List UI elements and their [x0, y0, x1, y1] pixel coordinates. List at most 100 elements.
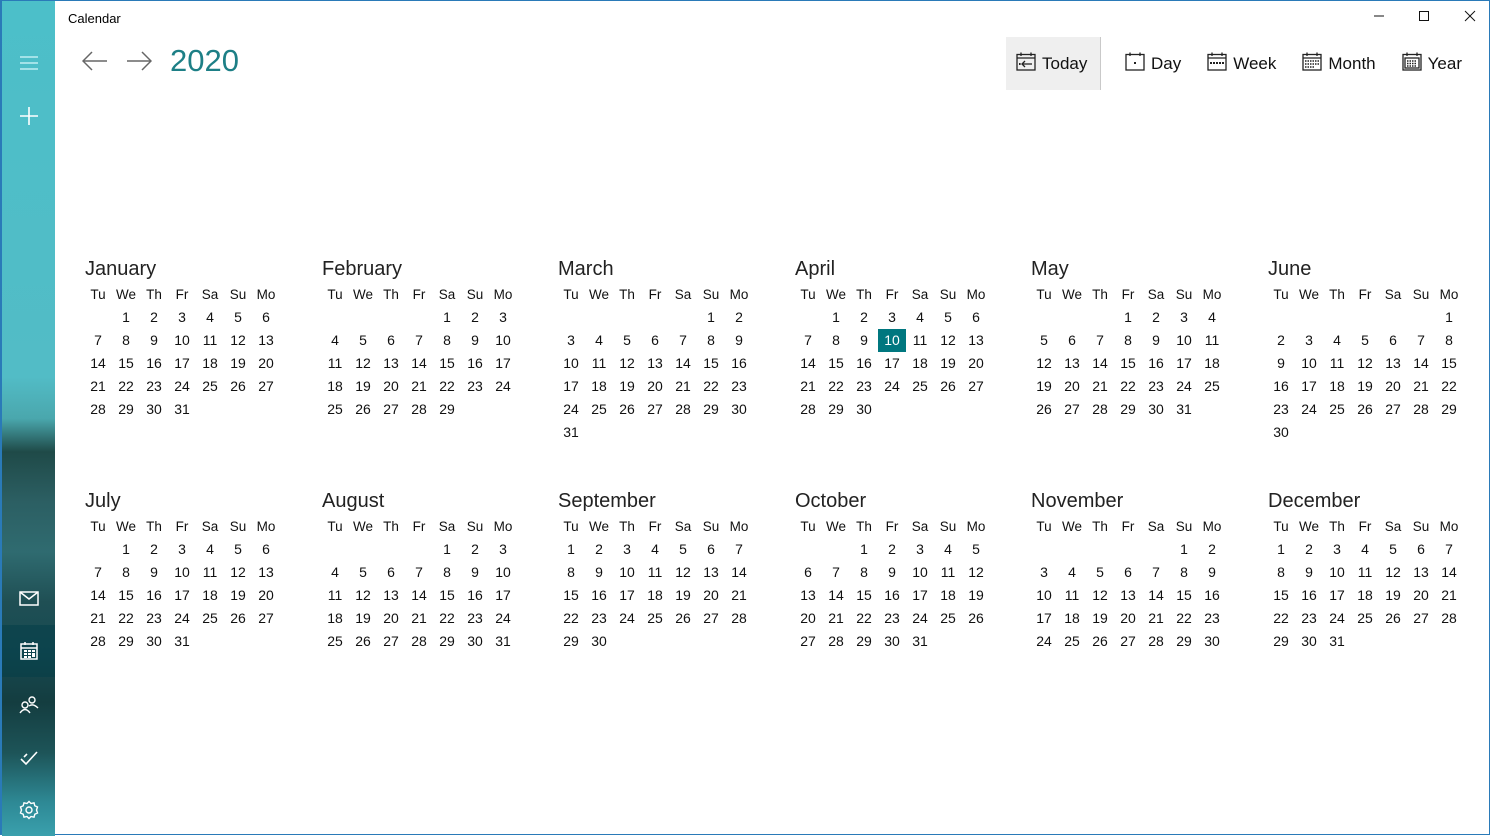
- day-cell[interactable]: 6: [252, 306, 280, 329]
- day-cell[interactable]: 22: [822, 375, 850, 398]
- month-name[interactable]: April: [795, 255, 994, 283]
- day-cell[interactable]: 17: [489, 352, 517, 375]
- day-cell[interactable]: 11: [1198, 329, 1226, 352]
- day-cell[interactable]: 26: [1030, 398, 1058, 421]
- day-cell[interactable]: 20: [697, 584, 725, 607]
- day-cell[interactable]: 9: [1198, 561, 1226, 584]
- day-cell[interactable]: 9: [140, 561, 168, 584]
- day-cell[interactable]: 30: [140, 630, 168, 653]
- day-cell[interactable]: 8: [1435, 329, 1463, 352]
- day-cell[interactable]: 17: [557, 375, 585, 398]
- day-cell[interactable]: 7: [84, 561, 112, 584]
- day-cell[interactable]: 11: [1323, 352, 1351, 375]
- day-cell[interactable]: 22: [433, 375, 461, 398]
- day-cell[interactable]: 21: [725, 584, 753, 607]
- day-cell[interactable]: 8: [1267, 561, 1295, 584]
- day-cell[interactable]: 24: [489, 607, 517, 630]
- day-cell[interactable]: 18: [321, 375, 349, 398]
- day-cell[interactable]: 15: [822, 352, 850, 375]
- day-cell[interactable]: 13: [1114, 584, 1142, 607]
- day-cell[interactable]: 20: [1379, 375, 1407, 398]
- day-cell[interactable]: 31: [1170, 398, 1198, 421]
- day-cell[interactable]: 7: [669, 329, 697, 352]
- day-cell[interactable]: 23: [878, 607, 906, 630]
- day-cell[interactable]: 22: [1170, 607, 1198, 630]
- day-cell[interactable]: 10: [489, 329, 517, 352]
- new-event-button[interactable]: [2, 94, 55, 138]
- day-cell[interactable]: 1: [433, 538, 461, 561]
- mail-button[interactable]: [2, 576, 55, 620]
- day-cell[interactable]: 21: [405, 607, 433, 630]
- day-cell[interactable]: 29: [822, 398, 850, 421]
- day-cell[interactable]: 14: [84, 352, 112, 375]
- month-view-button[interactable]: Month: [1292, 37, 1385, 90]
- day-cell[interactable]: 5: [349, 561, 377, 584]
- day-cell[interactable]: 9: [725, 329, 753, 352]
- day-cell[interactable]: 27: [1407, 607, 1435, 630]
- day-cell[interactable]: 1: [850, 538, 878, 561]
- day-cell[interactable]: 24: [168, 375, 196, 398]
- day-cell[interactable]: 23: [461, 375, 489, 398]
- day-cell[interactable]: 3: [489, 538, 517, 561]
- day-cell[interactable]: 7: [822, 561, 850, 584]
- day-cell[interactable]: 27: [252, 607, 280, 630]
- day-cell[interactable]: 20: [641, 375, 669, 398]
- day-cell[interactable]: 22: [1114, 375, 1142, 398]
- day-cell[interactable]: 10: [613, 561, 641, 584]
- day-cell[interactable]: 11: [196, 561, 224, 584]
- day-cell[interactable]: 20: [377, 607, 405, 630]
- day-cell[interactable]: 3: [557, 329, 585, 352]
- month-name[interactable]: March: [558, 255, 757, 283]
- month-name[interactable]: July: [85, 487, 284, 515]
- day-cell[interactable]: 15: [1114, 352, 1142, 375]
- day-cell[interactable]: 10: [1295, 352, 1323, 375]
- day-cell[interactable]: 24: [1323, 607, 1351, 630]
- settings-button[interactable]: [2, 788, 55, 832]
- day-cell[interactable]: 20: [252, 584, 280, 607]
- day-cell[interactable]: 15: [850, 584, 878, 607]
- day-cell[interactable]: 6: [1379, 329, 1407, 352]
- day-cell[interactable]: 16: [1198, 584, 1226, 607]
- day-cell[interactable]: 25: [321, 398, 349, 421]
- day-cell[interactable]: 12: [1379, 561, 1407, 584]
- day-cell[interactable]: 14: [84, 584, 112, 607]
- day-cell[interactable]: 16: [461, 584, 489, 607]
- day-cell[interactable]: 11: [196, 329, 224, 352]
- day-cell[interactable]: 2: [1267, 329, 1295, 352]
- day-cell[interactable]: 12: [1086, 584, 1114, 607]
- day-cell[interactable]: 15: [557, 584, 585, 607]
- day-cell[interactable]: 11: [906, 329, 934, 352]
- day-cell[interactable]: 4: [906, 306, 934, 329]
- day-cell[interactable]: 15: [112, 584, 140, 607]
- month-name[interactable]: January: [85, 255, 284, 283]
- day-cell[interactable]: 3: [906, 538, 934, 561]
- day-cell[interactable]: 28: [669, 398, 697, 421]
- day-cell[interactable]: 29: [112, 398, 140, 421]
- day-cell[interactable]: 23: [725, 375, 753, 398]
- day-cell[interactable]: 8: [1170, 561, 1198, 584]
- day-cell[interactable]: 18: [906, 352, 934, 375]
- day-cell[interactable]: 23: [140, 375, 168, 398]
- day-cell[interactable]: 24: [1030, 630, 1058, 653]
- day-cell[interactable]: 3: [1295, 329, 1323, 352]
- day-cell[interactable]: 6: [377, 561, 405, 584]
- day-cell[interactable]: 7: [1086, 329, 1114, 352]
- day-cell[interactable]: 16: [585, 584, 613, 607]
- day-cell[interactable]: 12: [962, 561, 990, 584]
- maximize-button[interactable]: [1401, 1, 1447, 35]
- day-cell[interactable]: 25: [1351, 607, 1379, 630]
- day-cell[interactable]: 21: [1142, 607, 1170, 630]
- day-cell[interactable]: 21: [84, 375, 112, 398]
- day-cell[interactable]: 17: [878, 352, 906, 375]
- day-cell[interactable]: 3: [613, 538, 641, 561]
- day-cell[interactable]: 10: [489, 561, 517, 584]
- day-cell[interactable]: 19: [224, 584, 252, 607]
- day-cell[interactable]: 25: [1058, 630, 1086, 653]
- day-cell[interactable]: 23: [1142, 375, 1170, 398]
- day-cell[interactable]: 18: [196, 584, 224, 607]
- day-cell[interactable]: 13: [252, 561, 280, 584]
- day-cell[interactable]: 12: [224, 561, 252, 584]
- day-cell[interactable]: 26: [1086, 630, 1114, 653]
- day-cell[interactable]: 30: [140, 398, 168, 421]
- day-cell[interactable]: 6: [794, 561, 822, 584]
